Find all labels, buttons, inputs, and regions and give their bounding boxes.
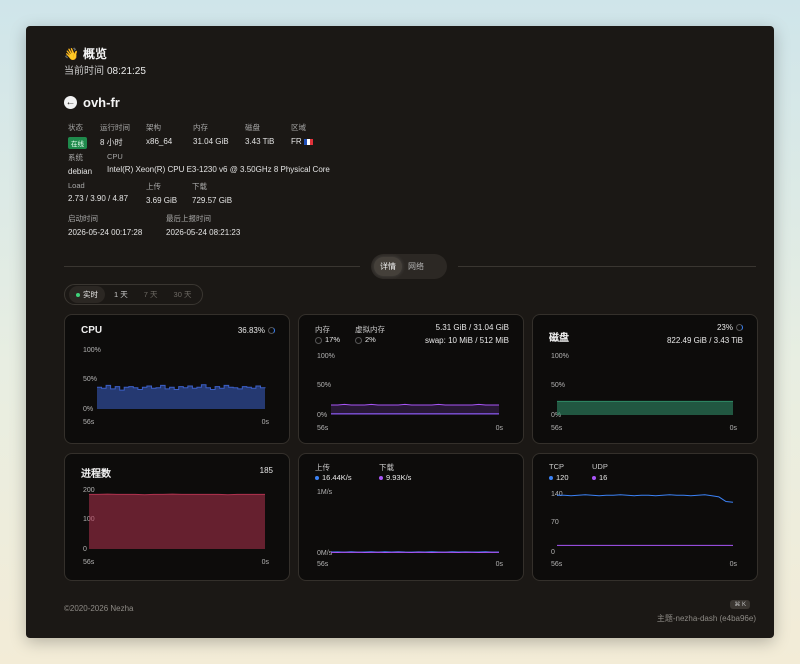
info-boot-time: 启动时间 2026-05-24 00:17:28 xyxy=(68,214,143,237)
memory-y-tick: 100% xyxy=(317,353,335,360)
process-y-tick: 200 xyxy=(83,487,95,494)
network-card: 上传 16.44K/s 下载 9.93K/s 1M/s 0M/s 56s 0s xyxy=(298,453,524,581)
info-os: 系统 debian xyxy=(68,153,93,176)
theme-info: 主题-nezha-dash (e4ba96e) xyxy=(656,614,756,623)
server-info-row-4: 启动时间 2026-05-24 00:17:28 最后上报时间 2026-05-… xyxy=(68,213,252,237)
info-upload: 上传 3.69 GiB xyxy=(146,182,178,205)
period-7-days[interactable]: 7 天 xyxy=(137,286,165,303)
cpu-chart: 100% 50% 0% 56s 0s xyxy=(83,347,270,426)
france-flag-icon xyxy=(303,138,313,145)
disk-series-area xyxy=(557,401,733,415)
live-dot-icon xyxy=(76,293,80,298)
info-uptime: 运行时间 8 小时 xyxy=(100,123,130,147)
network-x-tick: 0s xyxy=(496,561,504,568)
connections-chart: 140 70 0 56s 0s xyxy=(551,491,738,568)
view-tabs: 详情 网络 xyxy=(371,254,447,279)
connections-x-tick: 56s xyxy=(551,561,563,568)
copyright: ©2020-2026 Nezha xyxy=(64,604,134,613)
disk-y-tick: 50% xyxy=(551,382,565,389)
server-info-row-2: 系统 debian CPU Intel(R) Xeon(R) CPU E3-12… xyxy=(68,152,342,176)
server-info-row-3: Load 2.73 / 3.90 / 4.87 上传 3.69 GiB 下载 7… xyxy=(68,181,244,205)
cpu-y-tick: 0% xyxy=(83,406,93,413)
connections-card: TCP 120 UDP 16 140 70 0 56s 0s xyxy=(532,453,758,581)
process-y-tick: 0 xyxy=(83,546,87,553)
info-download: 下载 729.57 GiB xyxy=(192,182,233,205)
memory-card: 内存 17% 虚拟内存 2% 5.31 GiB / 31.04 GiB swap… xyxy=(298,314,524,444)
info-last-report: 最后上报时间 2026-05-24 08:21:23 xyxy=(166,214,241,237)
process-series-line xyxy=(89,493,265,496)
status-badge: 在线 xyxy=(68,137,87,149)
tab-details[interactable]: 详情 xyxy=(374,257,402,276)
info-cpu: CPU Intel(R) Xeon(R) CPU E3-1230 v6 @ 3.… xyxy=(107,152,330,174)
tab-network[interactable]: 网络 xyxy=(402,257,430,276)
cpu-y-tick: 100% xyxy=(83,347,101,354)
process-x-tick: 56s xyxy=(83,559,95,566)
period-30-days[interactable]: 30 天 xyxy=(167,286,199,303)
connections-y-tick: 70 xyxy=(551,519,559,526)
divider-left xyxy=(64,266,360,267)
server-name: ovh-fr xyxy=(83,95,120,110)
disk-card: 磁盘 23% 822.49 GiB / 3.43 TiB 100% 50% 0% 56… xyxy=(532,314,758,444)
process-chart: 200100056s 0s xyxy=(83,487,270,566)
info-region: 区域 FR xyxy=(291,122,313,149)
back-arrow-icon[interactable]: ← xyxy=(64,96,77,109)
process-series-area xyxy=(89,494,265,549)
network-y-tick: 0M/s xyxy=(317,550,333,557)
server-info-row-1: 状态 在线 运行时间 8 小时 架构 x86_64 内存 31.04 GiB 磁… xyxy=(68,122,325,149)
info-arch: 架构 x86_64 xyxy=(146,123,173,146)
info-status: 状态 在线 xyxy=(68,122,88,149)
page-title: 👋 概览 xyxy=(64,47,107,61)
period-selector: 实时 1 天 7 天 30 天 xyxy=(64,284,204,305)
connections-series-line xyxy=(557,494,734,503)
disk-y-tick: 100% xyxy=(551,353,569,360)
disk-x-tick: 0s xyxy=(730,425,738,432)
current-time: 当前时间 08:21:25 xyxy=(64,66,146,77)
process-x-tick: 0s xyxy=(262,559,270,566)
cpu-y-tick: 50% xyxy=(83,376,97,383)
cpu-x-tick: 56s xyxy=(83,419,95,426)
process-card: 进程数 185 200 100 0 56s 0s xyxy=(64,453,290,581)
dashboard-window: 👋 概览 当前时间 08:21:25 ← ovh-fr 状态 在线 运行时间 8 小… xyxy=(26,26,774,638)
memory-x-tick: 56s xyxy=(317,425,329,432)
info-load: Load 2.73 / 3.90 / 4.87 xyxy=(68,181,129,203)
network-chart: 1M/s 0M/s 56s 0s xyxy=(317,489,504,568)
network-y-tick: 1M/s xyxy=(317,489,333,496)
disk-x-tick: 56s xyxy=(551,425,563,432)
memory-y-tick: 0% xyxy=(317,412,327,419)
period-realtime[interactable]: 实时 xyxy=(69,286,105,303)
memory-y-tick: 50% xyxy=(317,382,331,389)
memory-series-line xyxy=(331,403,499,406)
command-shortcut[interactable]: ⌘ K xyxy=(730,600,750,609)
period-1-day[interactable]: 1 天 xyxy=(107,286,135,303)
network-x-tick: 56s xyxy=(317,561,329,568)
disk-chart: 100%50%0%56s 0s xyxy=(551,353,738,432)
cpu-x-tick: 0s xyxy=(262,419,270,426)
info-disk: 磁盘 3.43 TiB xyxy=(245,123,275,146)
server-header: ← ovh-fr xyxy=(64,95,120,110)
connections-y-tick: 140 xyxy=(551,491,563,498)
connections-x-tick: 0s xyxy=(730,561,738,568)
cpu-card: CPU 36.83% 100% 50% 0% 56s 0s xyxy=(64,314,290,444)
connections-y-tick: 0 xyxy=(551,549,555,556)
memory-x-tick: 0s xyxy=(496,425,504,432)
wave-icon: 👋 xyxy=(64,47,79,61)
info-memory: 内存 31.04 GiB xyxy=(193,123,229,146)
divider-right xyxy=(458,266,756,267)
memory-chart: 100% 50% 0% 56s 0s xyxy=(317,353,504,432)
